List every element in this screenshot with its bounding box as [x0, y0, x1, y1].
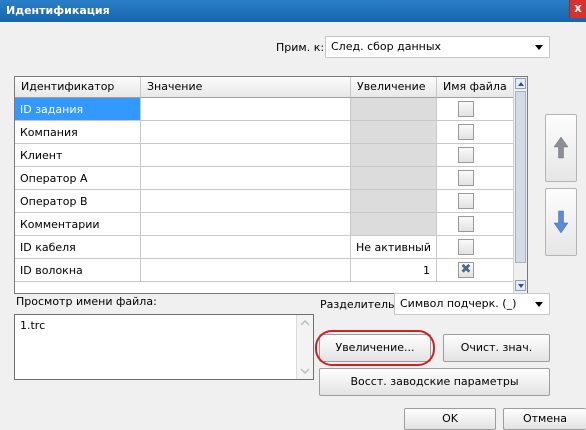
table-row[interactable]: Клиент [15, 144, 515, 167]
row-value-input[interactable] [141, 144, 351, 167]
file-name-checkbox[interactable] [458, 216, 474, 232]
table-row[interactable]: Компания [15, 121, 515, 144]
scroll-up-button[interactable] [515, 78, 526, 89]
separator-label: Разделитель: [320, 298, 399, 311]
separator-value: Символ подчерк. (_) [400, 297, 517, 310]
apply-to-select[interactable]: След. сбор данных [325, 36, 550, 58]
row-increment [351, 190, 437, 213]
row-increment [351, 121, 437, 144]
header-value[interactable]: Значение [141, 77, 351, 98]
row-file-cell: ✖ [437, 259, 515, 282]
separator-select[interactable]: Символ подчерк. (_) [394, 293, 550, 315]
row-increment [351, 98, 437, 121]
row-file-cell [437, 236, 515, 259]
row-value-input[interactable] [141, 236, 351, 259]
chevron-down-icon [535, 302, 543, 307]
file-name-checkbox[interactable] [458, 193, 474, 209]
row-value-input[interactable] [141, 98, 351, 121]
scroll-thumb[interactable] [515, 91, 526, 263]
apply-to-value: След. сбор данных [331, 40, 442, 53]
chevron-up-icon [518, 82, 524, 86]
row-value-input[interactable] [141, 167, 351, 190]
row-file-cell [437, 144, 515, 167]
row-identifier[interactable]: Компания [15, 121, 141, 144]
row-increment [351, 167, 437, 190]
row-file-cell [437, 213, 515, 236]
window-title: Идентификация [6, 4, 110, 17]
table-row[interactable]: ID задания [15, 98, 515, 121]
file-name-checkbox[interactable] [458, 101, 474, 117]
table-row[interactable]: Комментарии [15, 213, 515, 236]
highlight-ring [315, 330, 435, 366]
clear-values-button[interactable]: Очист. знач. [443, 334, 550, 362]
preview-label: Просмотр имени файла: [16, 295, 157, 308]
file-name-preview-value: 1.trc [20, 319, 46, 332]
table-row[interactable]: ID волокна 1 ✖ [15, 259, 515, 282]
preview-scrollbar [296, 315, 313, 379]
row-value-input[interactable] [141, 259, 351, 282]
chevron-down-icon [300, 368, 310, 375]
close-icon: x [574, 1, 582, 15]
identifiers-grid: Идентификатор Значение Увеличение Имя фа… [14, 76, 528, 294]
row-file-cell [437, 167, 515, 190]
move-down-button[interactable] [545, 188, 577, 256]
apply-to-label: Прим. к: [276, 41, 325, 54]
row-increment: Не активный [351, 236, 437, 259]
row-file-cell [437, 190, 515, 213]
row-increment [351, 144, 437, 167]
file-name-checkbox[interactable] [458, 239, 474, 255]
row-value-input[interactable] [141, 121, 351, 144]
table-row[interactable]: ID кабеля Не активный [15, 236, 515, 259]
row-identifier[interactable]: Комментарии [15, 213, 141, 236]
scroll-down-button[interactable] [515, 280, 526, 291]
title-bar: Идентификация x [0, 0, 586, 22]
arrow-up-icon [553, 136, 569, 159]
grid-scrollbar[interactable] [513, 77, 527, 293]
restore-defaults-button[interactable]: Восст. заводские параметры [319, 368, 550, 396]
row-identifier[interactable]: Оператор B [15, 190, 141, 213]
row-identifier[interactable]: ID кабеля [15, 236, 141, 259]
file-name-checkbox-checked[interactable]: ✖ [458, 262, 474, 278]
ok-button[interactable]: OK [404, 408, 496, 430]
dialog-body: Прим. к: След. сбор данных Идентификатор… [0, 22, 586, 430]
file-name-checkbox[interactable] [458, 170, 474, 186]
cancel-button[interactable]: Отмена [503, 408, 586, 430]
chevron-up-icon [300, 319, 310, 326]
file-name-checkbox[interactable] [458, 124, 474, 140]
chevron-down-icon [518, 284, 524, 288]
header-file-name[interactable]: Имя файла [437, 77, 515, 98]
row-identifier[interactable]: ID задания [15, 98, 141, 121]
row-file-cell [437, 121, 515, 144]
table-row[interactable]: Оператор B [15, 190, 515, 213]
chevron-down-icon [535, 45, 543, 50]
move-up-button[interactable] [545, 114, 577, 182]
row-value-input[interactable] [141, 190, 351, 213]
row-file-cell [437, 98, 515, 121]
header-identifier[interactable]: Идентификатор [15, 77, 141, 98]
file-name-preview: 1.trc [14, 314, 314, 380]
file-name-checkbox[interactable] [458, 147, 474, 163]
row-increment-input[interactable]: 1 [351, 259, 437, 282]
row-identifier[interactable]: Клиент [15, 144, 141, 167]
row-identifier[interactable]: Оператор A [15, 167, 141, 190]
row-identifier[interactable]: ID волокна [15, 259, 141, 282]
table-row[interactable]: Оператор A [15, 167, 515, 190]
arrow-down-icon [553, 210, 569, 234]
close-button[interactable]: x [569, 0, 586, 18]
row-increment [351, 213, 437, 236]
row-value-input[interactable] [141, 213, 351, 236]
header-increment[interactable]: Увеличение [351, 77, 437, 98]
